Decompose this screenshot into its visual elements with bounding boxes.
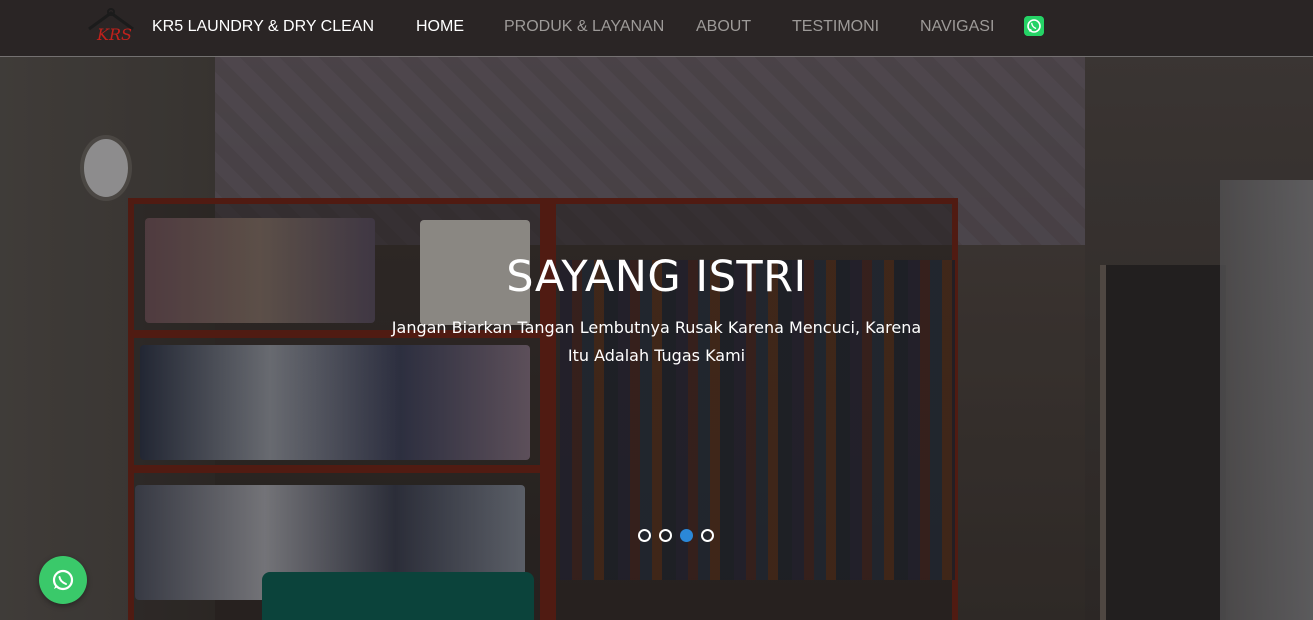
indicator-4[interactable] bbox=[701, 529, 714, 542]
indicator-1[interactable] bbox=[638, 529, 651, 542]
slide-title: SAYANG ISTRI bbox=[506, 252, 807, 302]
navbar: KRS KR5 LAUNDRY & DRY CLEAN HOME PRODUK … bbox=[0, 0, 1313, 57]
nav-navigasi[interactable]: NAVIGASI bbox=[920, 18, 994, 36]
nav-about[interactable]: ABOUT bbox=[696, 18, 751, 36]
floating-whatsapp-button[interactable] bbox=[39, 556, 87, 604]
nav-testimoni[interactable]: TESTIMONI bbox=[792, 18, 879, 36]
whatsapp-icon[interactable] bbox=[1024, 16, 1044, 36]
svg-text:KRS: KRS bbox=[96, 25, 132, 44]
carousel-caption: SAYANG ISTRI Jangan Biarkan Tangan Lembu… bbox=[0, 252, 1313, 370]
nav-home[interactable]: HOME bbox=[416, 18, 464, 36]
brand-name[interactable]: KR5 LAUNDRY & DRY CLEAN bbox=[152, 18, 374, 36]
nav-produk-layanan[interactable]: PRODUK & LAYANAN bbox=[504, 18, 664, 36]
carousel-indicators bbox=[638, 529, 714, 542]
whatsapp-icon bbox=[52, 569, 74, 591]
brand-logo-icon[interactable]: KRS bbox=[86, 7, 136, 47]
indicator-2[interactable] bbox=[659, 529, 672, 542]
slide-subtitle: Jangan Biarkan Tangan Lembutnya Rusak Ka… bbox=[391, 318, 922, 365]
indicator-3[interactable] bbox=[680, 529, 693, 542]
